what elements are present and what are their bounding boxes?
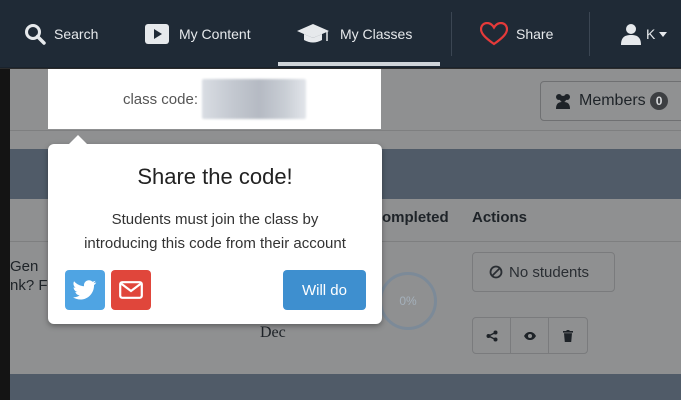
nav-my-content[interactable]: My Content [145,0,251,68]
row-due-date: Dec [260,324,286,341]
nav-my-classes-label: My Classes [340,26,413,42]
eye-icon [523,331,536,340]
view-action-button[interactable] [511,318,549,353]
no-students-button[interactable]: No students [472,252,615,292]
nav-search[interactable]: Search [24,0,98,68]
twitter-icon [73,280,97,300]
user-icon [621,24,641,45]
no-students-label: No students [509,263,590,281]
will-do-button[interactable]: Will do [283,270,366,310]
search-icon [25,24,46,45]
nav-share-label: Share [516,26,554,42]
nav-divider [451,12,452,56]
class-code-box: class code: [48,69,381,129]
popover-arrow [68,135,88,145]
play-icon [145,24,169,44]
left-edge-strip [0,69,10,400]
heart-icon [480,22,508,46]
share-twitter-button[interactable] [65,270,105,310]
active-tab-indicator [278,62,440,66]
popover-message-line: Students must join the class by [111,211,319,228]
share-action-button[interactable] [473,318,511,353]
section-footer-band [10,374,681,400]
share-code-popover: Share the code! Students must join the c… [48,135,382,324]
members-button[interactable]: Members 0 [540,81,681,121]
user-menu[interactable]: K [620,0,668,68]
trash-icon [563,329,573,342]
progress-ring: 0% [379,272,437,330]
popover-message: Students must join the class by introduc… [56,208,374,256]
share-icon [486,330,497,341]
column-header-actions: Actions [472,209,528,226]
class-code-value-redacted[interactable] [202,79,307,119]
nav-share[interactable]: Share [480,0,553,68]
nav-divider [589,12,590,56]
popover-title: Share the code! [137,164,293,189]
progress-value: 0% [399,294,417,308]
nav-my-content-label: My Content [179,26,251,42]
user-initial: K [646,26,656,42]
popover-message-line: introducing this code from their account [84,235,346,252]
class-code-label: class code: [122,90,199,108]
share-email-button[interactable] [111,270,151,310]
column-header-completed: ompleted [382,209,449,226]
users-icon [556,94,570,109]
members-count-badge: 0 [649,92,669,110]
row-title-fragment: Gen [10,258,39,275]
row-title-fragment: nk? F [10,277,48,294]
graduation-cap-icon [297,24,329,43]
top-navbar: Search My Content My Classes Share K [0,0,681,68]
row-actions [472,317,588,354]
ban-icon [489,265,503,279]
chevron-down-icon [659,31,668,37]
nav-search-label: Search [54,26,99,42]
envelope-icon [119,281,143,299]
members-label: Members [579,92,646,109]
nav-my-classes[interactable]: My Classes [296,0,412,68]
delete-action-button[interactable] [549,318,587,353]
